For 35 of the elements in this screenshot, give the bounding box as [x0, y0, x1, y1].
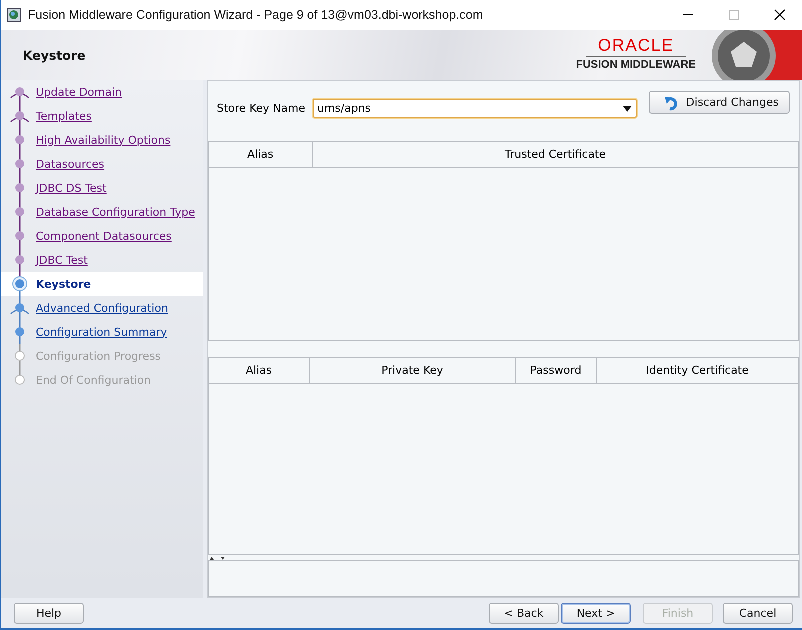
- wizard-button[interactable]: < Back: [489, 602, 559, 624]
- close-icon[interactable]: [774, 9, 786, 21]
- step-link[interactable]: Database Configuration Type: [36, 206, 196, 218]
- column-header[interactable]: Private Key: [310, 358, 516, 383]
- logo-wordmark: ORACLE: [586, 37, 686, 57]
- splitter-arrows-icon[interactable]: [209, 556, 227, 560]
- store-key-dropdown[interactable]: ums/apns: [313, 99, 638, 118]
- step-label: Configuration Progress: [36, 350, 162, 362]
- column-header[interactable]: Trusted Certificate: [313, 142, 798, 167]
- step-link[interactable]: Update Domain: [36, 86, 122, 98]
- step-label: End Of Configuration: [36, 374, 152, 386]
- step-link[interactable]: Datasources: [36, 158, 105, 170]
- app-icon: [7, 8, 21, 22]
- field-label: Store Key Name: [217, 102, 306, 115]
- help-button[interactable]: Help: [14, 602, 84, 624]
- column-header[interactable]: Identity Certificate: [597, 358, 798, 383]
- discard-changes-button[interactable]: Discard Changes: [649, 91, 790, 114]
- wizard-button[interactable]: Next >: [561, 602, 631, 624]
- window-title: Fusion Middleware Configuration Wizard - Page 9 of 13@vm03.dbi-workshop.com: [28, 8, 484, 22]
- step-link[interactable]: Advanced Configuration: [36, 302, 168, 314]
- column-header[interactable]: Password: [516, 358, 597, 383]
- step-link[interactable]: Component Datasources: [36, 230, 172, 242]
- step-link[interactable]: JDBC Test: [36, 254, 88, 266]
- dropdown-arrow-icon: [623, 106, 632, 112]
- wizard-button[interactable]: Cancel: [723, 602, 793, 624]
- step-link[interactable]: Configuration Summary: [36, 326, 168, 338]
- step-link[interactable]: JDBC DS Test: [36, 182, 107, 194]
- logo-subtitle: FUSION MIDDLEWARE: [576, 58, 696, 73]
- page-heading: Keystore: [23, 48, 86, 62]
- column-header[interactable]: Alias: [209, 358, 310, 383]
- step-link[interactable]: High Availability Options: [36, 134, 171, 146]
- current-step-label: Keystore: [36, 278, 92, 290]
- step-link[interactable]: Templates: [36, 110, 92, 122]
- column-header[interactable]: Alias: [209, 142, 313, 167]
- undo-icon: [664, 94, 680, 110]
